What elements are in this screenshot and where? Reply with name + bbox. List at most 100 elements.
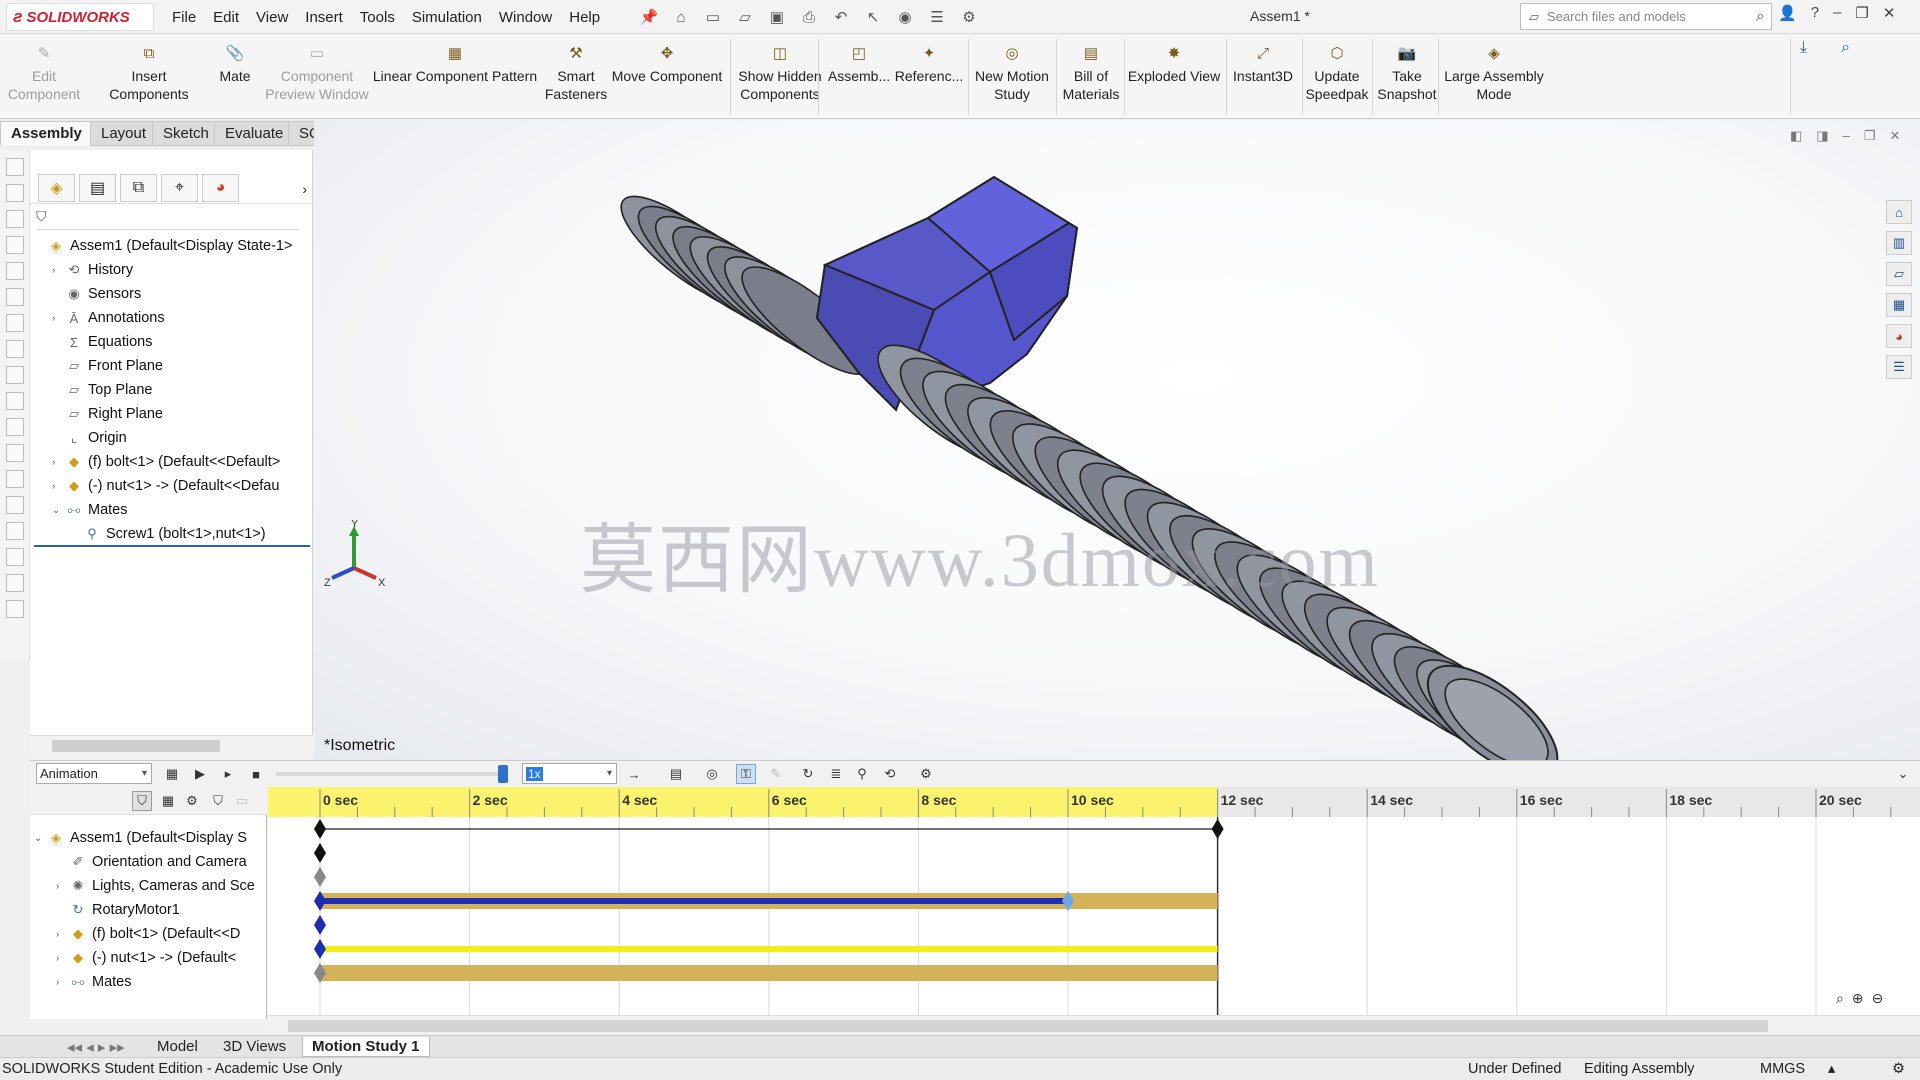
property-manager-tab-icon[interactable]: ▤ — [79, 174, 116, 202]
minimize-view-icon[interactable]: – — [1843, 128, 1850, 144]
tree-item-mates[interactable]: ⌄ ⧟ Mates — [52, 499, 128, 521]
tree-item-[interactable]: › ◆ (f) bolt<1> (Default<<Default> — [52, 451, 280, 473]
command-bom[interactable]: ▤ Bill of Materials — [1058, 43, 1124, 103]
menu-tools[interactable]: Tools — [360, 9, 395, 26]
left-tool-icon[interactable] — [6, 444, 24, 462]
tree-item-sensors[interactable]: ◉ Sensors — [52, 283, 141, 305]
left-tool-icon[interactable] — [6, 574, 24, 592]
print-icon[interactable]: ⎙ — [798, 6, 820, 28]
command-insert-components[interactable]: ⧉ Insert Components — [90, 43, 208, 103]
doc-tab-motion-study-1[interactable]: Motion Study 1 — [302, 1037, 430, 1057]
tile-left-icon[interactable]: ◧ — [1790, 128, 1802, 144]
zoom-in-icon[interactable]: ⊕ — [1852, 990, 1864, 1007]
select-icon[interactable]: ↖ — [862, 6, 884, 28]
expand-icon[interactable]: › — [52, 313, 64, 324]
motion-tree-item[interactable]: › ⧟ Mates — [56, 971, 266, 993]
menu-file[interactable]: File — [172, 9, 196, 26]
expand-icon[interactable]: › — [52, 457, 64, 468]
zoom-to-fit-icon[interactable]: ⌕ — [1836, 990, 1844, 1007]
tree-item-screw1[interactable]: ⚲ Screw1 (bolt<1>,nut<1>) — [70, 523, 265, 545]
tab-evaluate[interactable]: Evaluate — [214, 121, 295, 146]
scroll-thumb[interactable] — [52, 740, 220, 752]
filter-icon[interactable]: ⛉ — [36, 208, 47, 224]
left-tool-icon[interactable] — [6, 184, 24, 202]
timeline-svg[interactable]: 0 sec 2 sec 4 sec 6 sec 8 sec 10 sec 12 sec 14 … — [268, 787, 1920, 1019]
feature-tree-scrollbar[interactable] — [30, 735, 313, 755]
restore-view-icon[interactable]: ❐ — [1864, 128, 1876, 144]
bolt-nut-model[interactable] — [314, 120, 1920, 760]
study-type-select[interactable]: Animation ▾ — [36, 763, 152, 784]
left-tool-icon[interactable] — [6, 262, 24, 280]
status-notification-icon[interactable]: ⚙ — [1892, 1061, 1905, 1077]
motion-timeline[interactable]: 0 sec 2 sec 4 sec 6 sec 8 sec 10 sec 12 sec 14 … — [268, 787, 1920, 1019]
new-file-icon[interactable]: ▭ — [702, 6, 724, 28]
motor-icon[interactable]: ↻ — [798, 764, 818, 784]
tile-right-icon[interactable]: ◨ — [1816, 128, 1828, 144]
restore-icon[interactable]: ❐ — [1855, 4, 1868, 22]
tree-item-right[interactable]: ▱ Right Plane — [52, 403, 163, 425]
left-tool-icon[interactable] — [6, 158, 24, 176]
contact-icon[interactable]: ⚲ — [852, 764, 872, 784]
view-palette-icon[interactable]: ▦ — [1886, 293, 1912, 317]
left-tool-icon[interactable] — [6, 548, 24, 566]
expand-icon[interactable]: › — [56, 881, 68, 892]
user-icon[interactable]: 👤 — [1778, 4, 1797, 22]
minimize-icon[interactable]: – — [1833, 4, 1841, 22]
rebuild-icon[interactable]: ◉ — [894, 6, 916, 28]
design-library-icon[interactable]: ▥ — [1886, 231, 1912, 255]
command-fasteners[interactable]: ⚒ Smart Fasteners — [545, 43, 607, 103]
left-tool-icon[interactable] — [6, 236, 24, 254]
playback-speed-select[interactable]: 1x ▾ — [522, 763, 617, 784]
file-explorer-icon[interactable]: ▱ — [1886, 262, 1912, 286]
motion-tree-item[interactable]: › ◆ (f) bolt<1> (Default<<D — [56, 923, 266, 945]
filter-driving-icon[interactable]: ▦ — [158, 791, 178, 811]
play-icon[interactable]: ▸ — [218, 764, 238, 784]
menu-window[interactable]: Window — [499, 9, 552, 26]
tab-assembly[interactable]: Assembly — [0, 121, 93, 146]
motion-tree-item[interactable]: ⌄ ◈ Assem1 (Default<Display S — [34, 827, 266, 849]
animation-wizard-icon[interactable]: ◎ — [702, 764, 722, 784]
left-tool-icon[interactable] — [6, 314, 24, 332]
calculate-icon[interactable]: ▦ — [162, 764, 182, 784]
timeline-scroll-thumb[interactable] — [288, 1020, 1768, 1032]
close-view-icon[interactable]: ✕ — [1889, 128, 1900, 144]
tab-layout[interactable]: Layout — [90, 121, 158, 146]
help-icon[interactable]: ? — [1811, 4, 1819, 22]
command-show-hidden[interactable]: ◫ Show Hidden Components — [738, 43, 822, 103]
tree-item-top[interactable]: ▱ Top Plane — [52, 379, 153, 401]
tree-item-front[interactable]: ▱ Front Plane — [52, 355, 163, 377]
status-units[interactable]: MMGS — [1760, 1061, 1805, 1077]
file-properties-icon[interactable]: ☰ — [926, 6, 948, 28]
command-edit-component[interactable]: ✎ Edit Component — [8, 43, 80, 103]
left-tool-icon[interactable] — [6, 366, 24, 384]
autokey-icon[interactable]: ⚿ — [736, 764, 756, 784]
filter-results-icon[interactable]: ⛉ — [208, 791, 228, 811]
zoom-out-icon[interactable]: ⊖ — [1872, 990, 1884, 1007]
expand-icon[interactable]: ⌄ — [52, 505, 64, 516]
command-pattern[interactable]: ▦ Linear Component Pattern — [370, 43, 540, 85]
command-instant3d[interactable]: ⤢ Instant3D — [1228, 43, 1298, 85]
playback-slider[interactable] — [276, 765, 508, 783]
gravity-icon[interactable]: ⟲ — [880, 764, 900, 784]
search-input[interactable]: Search files and models — [1547, 9, 1686, 24]
expand-icon[interactable]: › — [52, 265, 64, 276]
play-from-start-icon[interactable]: ▶ — [190, 764, 210, 784]
expand-icon[interactable]: ⌄ — [34, 833, 46, 844]
command-motion-study[interactable]: ◎ New Motion Study — [970, 43, 1054, 103]
tree-item-equations[interactable]: Σ Equations — [52, 331, 153, 353]
motion-tree-item[interactable]: ↻ RotaryMotor1 — [56, 899, 266, 921]
command-mate[interactable]: 📎 Mate — [212, 43, 258, 85]
command-speedpak[interactable]: ⬡ Update Speedpak — [1304, 43, 1370, 103]
left-tool-icon[interactable] — [6, 522, 24, 540]
expand-icon[interactable]: › — [56, 929, 68, 940]
tree-filter[interactable]: ⛉ — [36, 208, 300, 230]
display-manager-tab-icon[interactable]: ◕ — [202, 174, 239, 202]
command-move-component[interactable]: ✥ Move Component — [608, 43, 726, 85]
collapse-motion-icon[interactable]: ⌄ — [1893, 764, 1913, 784]
menu-help[interactable]: Help — [569, 9, 600, 26]
open-file-icon[interactable]: ▱ — [734, 6, 756, 28]
tab-scroll-arrows-icon[interactable]: ◂◂ ◂ ▸ ▸▸ — [58, 1037, 134, 1057]
tab-sketch[interactable]: Sketch — [152, 121, 220, 146]
command-camera[interactable]: 📷 Take Snapshot — [1374, 43, 1440, 103]
tree-item-assem1[interactable]: ◈ Assem1 (Default<Display State-1> — [34, 235, 292, 257]
